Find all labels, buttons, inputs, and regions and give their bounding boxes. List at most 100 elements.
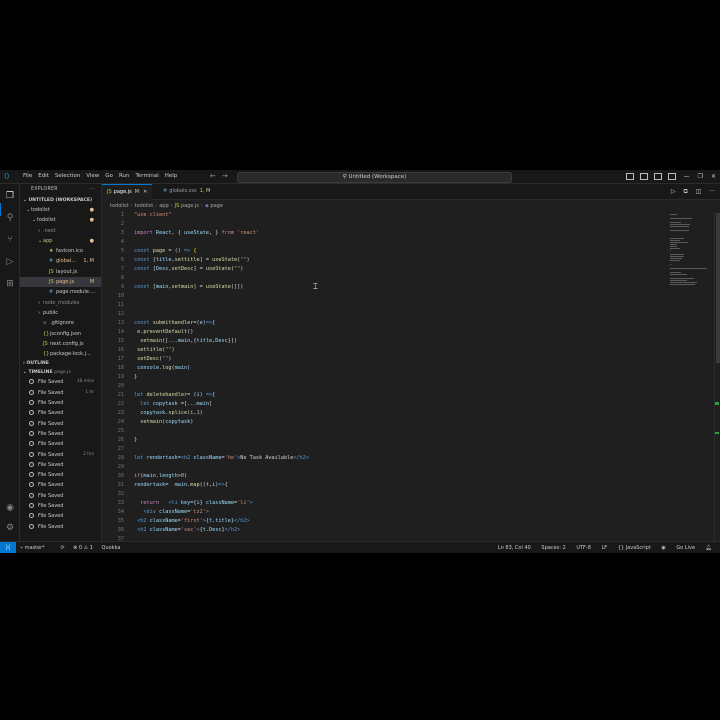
breadcrumb-item[interactable]: page.js — [181, 203, 199, 209]
code-line[interactable]: 35 <h2 className='first'>{t.title}</h2> — [102, 517, 668, 526]
tree-item[interactable]: ⌄app ● — [20, 236, 101, 246]
tab-page-js[interactable]: JS page.js M ✕ — [102, 184, 153, 200]
code-line[interactable]: 34 <div className='tz2'> — [102, 508, 668, 517]
tree-item[interactable]: › .next — [20, 226, 101, 236]
code-line[interactable]: 20 — [102, 382, 668, 391]
close-icon[interactable]: ✕ — [711, 173, 716, 180]
maximize-icon[interactable]: ❐ — [698, 173, 703, 180]
code-line[interactable]: 7 const [Desc,setDesc] = useState("") — [102, 265, 668, 274]
menu-edit[interactable]: Edit — [35, 170, 52, 183]
timeline-item[interactable]: File Saved — [20, 470, 101, 480]
indentation[interactable]: Spaces: 2 — [541, 545, 565, 551]
code-editor[interactable]: 1 "use client" 2 3 import React, { useState,… — [102, 211, 668, 541]
back-arrow-icon[interactable]: ← — [210, 172, 216, 180]
timeline-item[interactable]: File Saved 2 hrs — [20, 450, 101, 460]
code-line[interactable]: 17 setDesc("") — [102, 355, 668, 364]
code-line[interactable]: 11 — [102, 301, 668, 310]
account-icon[interactable]: ◉ — [5, 503, 15, 513]
code-line[interactable]: 30 if(main.length>0) — [102, 472, 668, 481]
code-line[interactable]: 15 setmain([...main,{title,Desc}]) — [102, 337, 668, 346]
code-line[interactable]: 3 import React, { useState, } from 'react… — [102, 229, 668, 238]
code-line[interactable]: 14 e.preventDefault() — [102, 328, 668, 337]
menu-terminal[interactable]: Terminal — [132, 170, 161, 183]
timeline-item[interactable]: File Saved — [20, 491, 101, 501]
timeline-item[interactable]: File Saved — [20, 419, 101, 429]
workspace-section[interactable]: ⌄ UNTITLED (WORKSPACE) — [20, 196, 101, 205]
menu-run[interactable]: Run — [116, 170, 133, 183]
code-line[interactable]: 18 console.log(main) — [102, 364, 668, 373]
minimize-icon[interactable]: — — [684, 173, 690, 180]
tree-item[interactable]: › node_modules — [20, 298, 101, 308]
editor-scrollbar[interactable] — [714, 211, 720, 541]
tree-item[interactable]: ◆ .gitignore — [20, 318, 101, 328]
code-line[interactable]: 24 setmain(copytask) — [102, 418, 668, 427]
timeline-item[interactable]: File Saved — [20, 501, 101, 511]
menu-view[interactable]: View — [83, 170, 102, 183]
minimap[interactable] — [668, 211, 714, 331]
breadcrumb-item[interactable]: todolist — [110, 203, 129, 209]
toggle-sidebar-icon[interactable] — [625, 173, 634, 180]
code-line[interactable]: 29 — [102, 463, 668, 472]
end-of-line[interactable]: LF — [601, 545, 607, 551]
code-line[interactable]: 19} — [102, 373, 668, 382]
timeline-item[interactable]: File Saved — [20, 480, 101, 490]
forward-arrow-icon[interactable]: → — [222, 172, 228, 180]
tree-item[interactable]: # page.module.... — [20, 287, 101, 297]
menu-file[interactable]: File — [20, 170, 35, 183]
extensions-icon[interactable]: ⊞ — [5, 279, 15, 289]
code-line[interactable]: 28 let rendertask=<h2 className='he'>No T… — [102, 454, 668, 463]
code-line[interactable]: 21 let deletehandler= (i) =>{ — [102, 391, 668, 400]
code-line[interactable]: 6 const [title,settitle] = useState("") — [102, 256, 668, 265]
code-line[interactable]: 27 — [102, 445, 668, 454]
timeline-item[interactable]: File Saved — [20, 460, 101, 470]
tree-item[interactable]: JS layout.js — [20, 267, 101, 277]
timeline-section[interactable]: ⌄ TIMELINE page.js — [20, 368, 101, 377]
cursor-position[interactable]: Ln 83, Col 40 — [498, 545, 531, 551]
breadcrumb-item[interactable]: todolist — [135, 203, 154, 209]
tab-globals-css[interactable]: # globals.css 1, M — [158, 184, 215, 199]
scrollbar-thumb[interactable] — [716, 213, 720, 363]
code-line[interactable]: 4 — [102, 238, 668, 247]
code-line[interactable]: 13 const submithandler=(e)=>{ — [102, 319, 668, 328]
code-line[interactable]: 1 "use client" — [102, 211, 668, 220]
split-editor-icon[interactable]: ◫ — [696, 188, 702, 195]
tab-close-icon[interactable]: ✕ — [143, 189, 147, 195]
code-line[interactable]: 23 copytask.splice(i,1) — [102, 409, 668, 418]
tree-item[interactable]: ⌄todolist ● — [20, 215, 101, 225]
code-line[interactable]: 31 rendertask= main.map((t,i)=>{ — [102, 481, 668, 490]
tree-item[interactable]: › public — [20, 308, 101, 318]
tree-item[interactable]: JS next.config.js — [20, 339, 101, 349]
menu-help[interactable]: Help — [162, 170, 181, 183]
tree-item[interactable]: ★ favicon.ico — [20, 246, 101, 256]
code-line[interactable]: 25 — [102, 427, 668, 436]
timeline-item[interactable]: File Saved — [20, 511, 101, 521]
settings-gear-icon[interactable]: ⚙ — [5, 523, 15, 533]
notifications-bell-icon[interactable]: 🔔︎ — [706, 545, 712, 551]
branch-indicator[interactable]: ⑂ master* — [20, 545, 52, 551]
more-actions-icon[interactable]: ··· — [709, 188, 715, 195]
tree-item[interactable]: ⌄todolist ● — [20, 205, 101, 215]
toggle-panel-icon[interactable] — [639, 173, 648, 180]
breadcrumb-item[interactable]: app — [159, 203, 168, 209]
code-line[interactable]: 9 const [main,setmain] = useState([]) — [102, 283, 668, 292]
explorer-icon[interactable]: ❐ — [5, 191, 15, 201]
code-line[interactable]: 22 let copytask =[...main] — [102, 400, 668, 409]
code-line[interactable]: 32 — [102, 490, 668, 499]
more-actions-icon[interactable]: ··· — [90, 184, 95, 196]
outline-section[interactable]: › OUTLINE — [20, 359, 101, 368]
code-line[interactable]: 36 <h2 className='sec'>{t.Desc}</h2> — [102, 526, 668, 535]
code-line[interactable]: 12 — [102, 310, 668, 319]
run-debug-icon[interactable]: ▷ — [5, 257, 15, 267]
remote-indicator-icon[interactable]: ⟩⟨ — [0, 542, 16, 553]
code-line[interactable]: 2 — [102, 220, 668, 229]
breadcrumb-item[interactable]: page — [210, 203, 223, 209]
menu-selection[interactable]: Selection — [52, 170, 83, 183]
code-line[interactable]: 8 — [102, 274, 668, 283]
code-line[interactable]: 33 return <li key={i} className='li'> — [102, 499, 668, 508]
timeline-item[interactable]: File Saved — [20, 398, 101, 408]
language-mode[interactable]: {} JavaScript — [618, 545, 651, 551]
customize-layout-icon[interactable] — [667, 173, 676, 180]
timeline-item[interactable]: File Saved — [20, 408, 101, 418]
timeline-item[interactable]: File Saved 1 hr — [20, 388, 101, 398]
encoding[interactable]: UTF-8 — [576, 545, 591, 551]
